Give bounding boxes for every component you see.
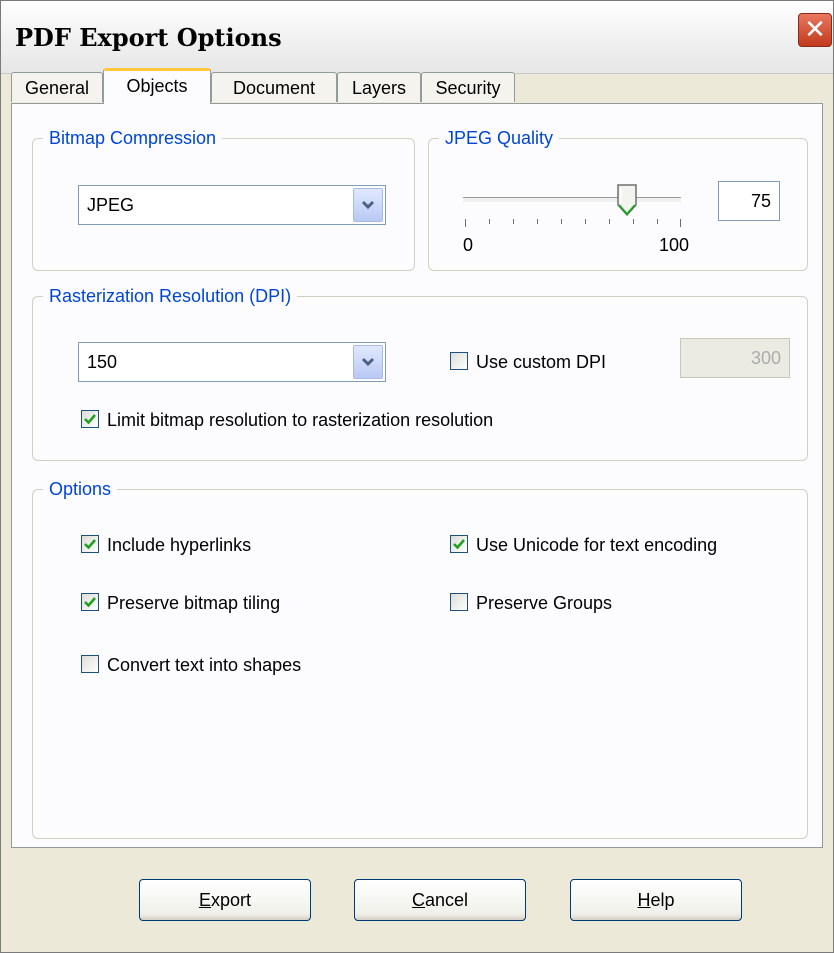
use-unicode-label: Use Unicode for text encoding	[476, 535, 718, 555]
check-icon	[453, 539, 465, 550]
use-custom-dpi-label: Use custom DPI	[476, 352, 607, 372]
checkbox-box[interactable]	[450, 535, 468, 553]
cancel-button[interactable]: Cancel	[354, 879, 526, 921]
tab-document[interactable]: Document	[211, 72, 337, 102]
bitmap-compression-value: JPEG	[87, 195, 135, 215]
slider-tick	[513, 219, 514, 224]
check-icon	[84, 597, 96, 608]
limit-bitmap-resolution-label: Limit bitmap resolution to rasterization…	[107, 410, 494, 430]
export-mnemonic: E	[198, 890, 211, 910]
export-label: xport	[210, 890, 252, 910]
preserve-groups-checkbox[interactable]: Preserve Groups	[450, 591, 670, 615]
slider-tick	[680, 219, 681, 227]
tab-security[interactable]: Security	[421, 72, 515, 102]
checkbox-box[interactable]	[81, 593, 99, 611]
tab-layers[interactable]: Layers	[337, 72, 421, 102]
preserve-bitmap-tiling-label: Preserve bitmap tiling	[107, 593, 281, 613]
use-unicode-checkbox[interactable]: Use Unicode for text encoding	[450, 533, 790, 557]
jpeg-quality-input[interactable]: 75	[718, 181, 780, 221]
chevron-down-icon[interactable]	[353, 188, 383, 222]
slider-tick	[465, 219, 466, 227]
window-title: PDF Export Options	[15, 23, 282, 52]
custom-dpi-input[interactable]: 300	[680, 338, 790, 378]
help-mnemonic: H	[637, 890, 651, 910]
use-custom-dpi-checkbox[interactable]: Use custom DPI	[450, 350, 650, 374]
convert-text-into-shapes-checkbox[interactable]: Convert text into shapes	[81, 653, 361, 677]
cancel-mnemonic: C	[411, 890, 425, 910]
limit-bitmap-resolution-checkbox[interactable]: Limit bitmap resolution to rasterization…	[81, 408, 581, 432]
jpeg-quality-legend: JPEG Quality	[439, 127, 560, 149]
help-button[interactable]: Help	[570, 879, 742, 921]
cancel-label: ancel	[424, 890, 469, 910]
checkbox-box[interactable]	[450, 593, 468, 611]
slider-tick	[489, 219, 490, 224]
checkbox-box[interactable]	[81, 655, 99, 673]
slider-max-label: 100	[659, 235, 690, 255]
slider-thumb-icon[interactable]	[616, 183, 638, 222]
help-label: elp	[650, 890, 675, 910]
slider-tick	[609, 219, 610, 224]
tab-objects[interactable]: Objects	[103, 68, 211, 104]
slider-tick	[537, 219, 538, 224]
bitmap-compression-legend: Bitmap Compression	[43, 127, 223, 149]
slider-min-label: 0	[463, 235, 474, 255]
checkbox-box[interactable]	[81, 410, 99, 428]
rasterization-dpi-select[interactable]: 150	[78, 342, 386, 382]
bitmap-compression-select[interactable]: JPEG	[78, 185, 386, 225]
slider-tick	[585, 219, 586, 224]
check-icon	[84, 414, 96, 425]
rasterization-dpi-value: 150	[87, 352, 118, 372]
chevron-down-icon[interactable]	[353, 345, 383, 379]
checkbox-box[interactable]	[450, 352, 468, 370]
options-legend: Options	[43, 478, 118, 500]
rasterization-resolution-legend: Rasterization Resolution (DPI)	[43, 285, 298, 307]
slider-tick	[561, 219, 562, 224]
preserve-bitmap-tiling-checkbox[interactable]: Preserve bitmap tiling	[81, 591, 341, 615]
include-hyperlinks-checkbox[interactable]: Include hyperlinks	[81, 533, 321, 557]
checkbox-box[interactable]	[81, 535, 99, 553]
jpeg-quality-slider-track[interactable]	[463, 197, 681, 203]
convert-text-into-shapes-label: Convert text into shapes	[107, 655, 302, 675]
pdf-export-options-dialog: PDF Export Options ✕ General Objects Doc…	[0, 0, 834, 953]
close-button[interactable]: ✕	[798, 13, 832, 47]
preserve-groups-label: Preserve Groups	[476, 593, 613, 613]
check-icon	[84, 539, 96, 550]
slider-tick	[657, 219, 658, 224]
include-hyperlinks-label: Include hyperlinks	[107, 535, 252, 555]
close-icon: ✕	[804, 15, 826, 45]
export-button[interactable]: Export	[139, 879, 311, 921]
title-bar[interactable]: PDF Export Options ✕	[1, 1, 833, 74]
tab-general[interactable]: General	[11, 72, 103, 102]
